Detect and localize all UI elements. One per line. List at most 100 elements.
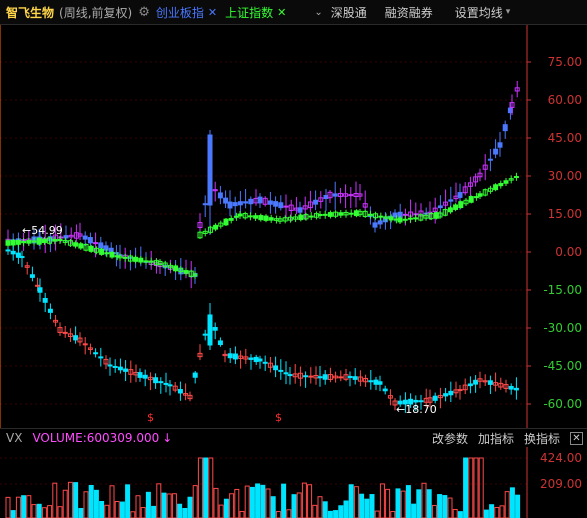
add-indicator-button[interactable]: 加指标 [478, 430, 514, 447]
candle [308, 215, 314, 218]
candle [273, 201, 279, 207]
volume-bar [411, 503, 417, 518]
volume-bar [270, 496, 276, 518]
volume-bar [463, 457, 469, 518]
volume-bar [223, 498, 229, 518]
switch-indicator-button[interactable]: 换指标 [524, 430, 560, 447]
candle [278, 202, 284, 209]
candle [58, 236, 64, 239]
close-icon[interactable]: ✕ [570, 431, 583, 445]
candle [443, 393, 449, 397]
high-marker: ←54.99 [22, 224, 63, 237]
candle [323, 194, 329, 200]
volume-bar [104, 504, 110, 518]
volume-bar [286, 509, 292, 518]
menu-margin-trading[interactable]: 融资融券 [385, 4, 433, 21]
volume-bar [442, 495, 448, 518]
candle [487, 158, 493, 161]
menu-hk-connect[interactable]: 深股通 [331, 4, 367, 21]
dividend-icon[interactable]: $ [147, 411, 154, 424]
candle [93, 242, 99, 245]
candle [52, 238, 58, 242]
candle [142, 374, 148, 379]
candle [104, 252, 110, 255]
volume-bar [374, 510, 380, 518]
volume-bar [494, 506, 500, 518]
candle [10, 239, 16, 246]
candle [78, 243, 84, 249]
candle [448, 390, 454, 396]
period-mode[interactable]: (周线,前复权) [59, 4, 132, 21]
candle [372, 222, 378, 228]
dividend-icon[interactable]: $ [275, 411, 282, 424]
volume-bar [171, 493, 177, 518]
candle [248, 198, 254, 205]
gear-icon[interactable]: ⚙ [138, 5, 150, 20]
candle [167, 384, 173, 387]
close-icon[interactable]: ✕ [277, 6, 286, 19]
candle [317, 214, 323, 217]
candle [487, 380, 493, 385]
candle [322, 213, 328, 216]
chart-toolbar: 智飞生物 (周线,前复权) ⚙ 创业板指 ✕ 上证指数 ✕ ⌄ 深股通 融资融券… [0, 0, 587, 25]
candle [473, 196, 479, 199]
candle [418, 400, 424, 403]
compare-index-2[interactable]: 上证指数 [225, 4, 273, 21]
candle [303, 375, 309, 378]
candle [183, 270, 189, 274]
price-chart[interactable]: 75.00 60.00 45.00 30.00 15.00 0.00 -15.00 -30.0… [0, 25, 587, 429]
candle [457, 192, 463, 198]
volume-bar [317, 496, 323, 518]
candle [63, 235, 69, 239]
volume-bar [275, 511, 281, 518]
volume-bar [31, 504, 37, 518]
volume-bar [499, 505, 505, 518]
candle [26, 239, 32, 244]
volume-bar [452, 508, 458, 518]
volume-bar [260, 484, 266, 518]
dropdown-arrow-icon[interactable]: ▾ [506, 7, 511, 17]
candle [82, 235, 88, 240]
volume-bar [109, 485, 115, 518]
candle [283, 372, 289, 375]
candle [273, 365, 279, 371]
candle [163, 382, 169, 385]
candle [107, 364, 113, 367]
candle [103, 245, 109, 251]
candle [377, 381, 383, 385]
candle [502, 124, 508, 132]
volume-bar [151, 505, 157, 518]
chevron-down-icon[interactable]: ⌄ [314, 7, 322, 18]
stock-name[interactable]: 智飞生物 [6, 4, 54, 21]
candle [348, 212, 354, 215]
change-params-button[interactable]: 改参数 [432, 430, 468, 447]
candle [278, 369, 284, 372]
volume-bar [203, 457, 209, 518]
price-tick: -30.00 [543, 321, 582, 335]
candle [498, 183, 504, 187]
volume-bar [93, 489, 99, 518]
menu-ma-settings[interactable]: 设置均线 [455, 4, 503, 21]
candle [283, 205, 289, 208]
candle [388, 216, 394, 221]
volume-bar [62, 489, 68, 518]
volume-bar [73, 482, 79, 518]
candle [368, 380, 374, 383]
candle [308, 375, 314, 378]
volume-chart[interactable]: 424.00 209.00 [0, 447, 587, 518]
candle [62, 331, 68, 334]
volume-bar [364, 498, 370, 518]
close-icon[interactable]: ✕ [208, 6, 217, 19]
indicator-name[interactable]: VX [6, 431, 22, 445]
candle [98, 242, 104, 249]
volume-bar [119, 501, 125, 518]
volume-bar [327, 510, 333, 518]
candle [109, 251, 115, 258]
candle [378, 215, 384, 218]
compare-index-1[interactable]: 创业板指 [156, 4, 204, 21]
candle [347, 375, 353, 379]
volume-bar [489, 504, 495, 518]
candle [513, 176, 519, 179]
volume-bar [400, 490, 406, 518]
price-tick: 60.00 [548, 93, 582, 107]
